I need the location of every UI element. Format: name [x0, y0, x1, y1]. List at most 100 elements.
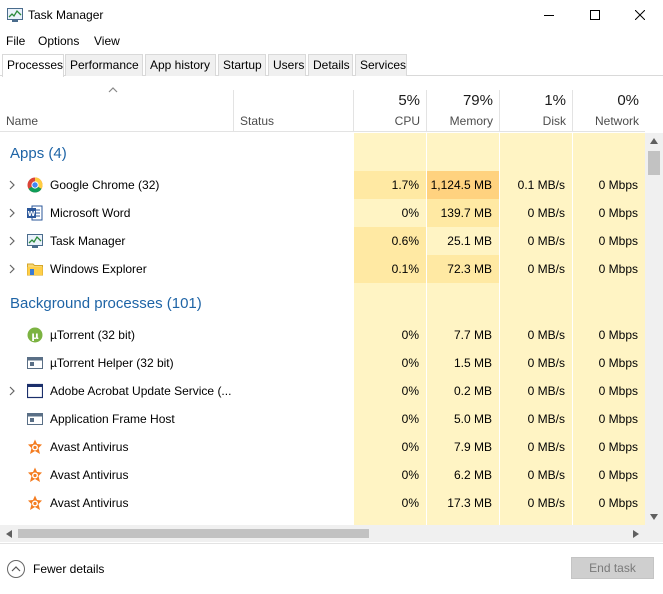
- network-cell: 0 Mbps: [573, 171, 645, 199]
- memory-cell: 6.2 MB: [427, 461, 499, 489]
- svg-text:W: W: [28, 210, 36, 218]
- table-row[interactable]: Adobe Acrobat Update Service (... 0% 0.2…: [0, 377, 645, 405]
- table-row[interactable]: µ µTorrent (32 bit) 0% 7.7 MB 0 MB/s 0 M…: [0, 321, 645, 349]
- memory-cell: 7.7 MB: [427, 321, 499, 349]
- chevron-right-icon[interactable]: [7, 236, 17, 246]
- header-disk[interactable]: 1% Disk: [500, 86, 572, 132]
- tab-users[interactable]: Users: [268, 54, 306, 76]
- footer: Fewer details End task: [0, 543, 663, 594]
- close-icon: [635, 10, 645, 20]
- sort-up-icon: [108, 87, 118, 93]
- memory-cell: 1,124.5 MB: [427, 171, 499, 199]
- chevron-right-icon[interactable]: [7, 208, 17, 218]
- tab-strip: Processes Performance App history Startu…: [0, 54, 663, 77]
- process-name: µTorrent Helper (32 bit): [50, 356, 174, 370]
- process-name: Adobe Acrobat Update Service (...: [50, 384, 232, 398]
- memory-cell: 72.3 MB: [427, 255, 499, 283]
- maximize-button[interactable]: [572, 0, 618, 30]
- horizontal-scrollbar[interactable]: [0, 525, 663, 542]
- chevron-right-icon[interactable]: [7, 264, 17, 274]
- vertical-scrollbar[interactable]: [645, 133, 663, 525]
- scroll-down-icon[interactable]: [649, 513, 659, 521]
- fewer-details-button[interactable]: Fewer details: [7, 560, 104, 578]
- folder-icon: [27, 263, 43, 276]
- menu-options[interactable]: Options: [38, 34, 79, 48]
- tab-app-history[interactable]: App history: [145, 54, 216, 76]
- cpu-cell: 0%: [354, 461, 426, 489]
- word-icon: W: [27, 205, 43, 221]
- table-row[interactable]: Windows Explorer 0.1% 72.3 MB 0 MB/s 0 M…: [0, 255, 645, 283]
- process-list[interactable]: Apps (4) Google Chrome (32) 1.7% 1,124.5…: [0, 133, 645, 525]
- tab-processes[interactable]: Processes: [2, 54, 64, 77]
- header-network[interactable]: 0% Network: [573, 86, 645, 132]
- menu-file[interactable]: File: [6, 34, 25, 48]
- scroll-up-icon[interactable]: [649, 137, 659, 145]
- table-row[interactable]: Google Chrome (32) 1.7% 1,124.5 MB 0.1 M…: [0, 171, 645, 199]
- scroll-right-icon[interactable]: [632, 529, 640, 539]
- app-window-icon: [27, 413, 43, 425]
- column-header: Name Status 5% CPU 79% Memory 1% Disk 0%…: [0, 86, 645, 132]
- process-name: Avast Antivirus: [50, 468, 129, 482]
- chrome-icon: [27, 177, 43, 193]
- title-bar: Task Manager: [0, 0, 663, 30]
- vertical-scroll-thumb[interactable]: [648, 151, 660, 175]
- tab-performance[interactable]: Performance: [65, 54, 143, 76]
- process-name: Google Chrome (32): [50, 178, 160, 192]
- fewer-details-label: Fewer details: [33, 562, 105, 576]
- task-manager-icon: [7, 8, 23, 22]
- cpu-cell: 0.6%: [354, 227, 426, 255]
- disk-cell: 0 MB/s: [500, 227, 572, 255]
- group-header-apps[interactable]: Apps (4): [0, 133, 645, 175]
- disk-cell: 0 MB/s: [500, 255, 572, 283]
- chevron-up-icon: [7, 560, 25, 578]
- chevron-right-icon[interactable]: [7, 386, 17, 396]
- window-title: Task Manager: [28, 8, 104, 22]
- header-cpu[interactable]: 5% CPU: [354, 86, 426, 132]
- network-cell: 0 Mbps: [573, 405, 645, 433]
- header-memory[interactable]: 79% Memory: [427, 86, 499, 132]
- table-row[interactable]: Application Frame Host 0% 5.0 MB 0 MB/s …: [0, 405, 645, 433]
- chevron-right-icon[interactable]: [7, 180, 17, 190]
- tab-details[interactable]: Details: [308, 54, 353, 76]
- cpu-cell: 0%: [354, 405, 426, 433]
- utorrent-helper-icon: [27, 357, 43, 369]
- process-name: Application Frame Host: [50, 412, 175, 426]
- tab-services[interactable]: Services: [355, 54, 407, 76]
- close-button[interactable]: [617, 0, 663, 30]
- disk-cell: 0.1 MB/s: [500, 171, 572, 199]
- table-row[interactable]: Avast Antivirus 0% 6.2 MB 0 MB/s 0 Mbps: [0, 461, 645, 489]
- svg-text:µ: µ: [31, 331, 39, 342]
- process-name: Microsoft Word: [50, 206, 131, 220]
- header-name[interactable]: Name: [0, 86, 233, 132]
- table-row[interactable]: Avast Antivirus 0% 17.3 MB 0 MB/s 0 Mbps: [0, 489, 645, 517]
- table-row[interactable]: Avast Antivirus 0% 7.9 MB 0 MB/s 0 Mbps: [0, 433, 645, 461]
- table-row[interactable]: Task Manager 0.6% 25.1 MB 0 MB/s 0 Mbps: [0, 227, 645, 255]
- cpu-cell: 0%: [354, 321, 426, 349]
- process-name: Task Manager: [50, 234, 126, 248]
- menu-view[interactable]: View: [94, 34, 120, 48]
- network-cell: 0 Mbps: [573, 199, 645, 227]
- disk-cell: 0 MB/s: [500, 405, 572, 433]
- cpu-cell: 0%: [354, 489, 426, 517]
- scroll-left-icon[interactable]: [5, 529, 13, 539]
- cpu-cell: 0%: [354, 349, 426, 377]
- tab-startup[interactable]: Startup: [218, 54, 266, 76]
- memory-cell: 0.2 MB: [427, 377, 499, 405]
- end-task-button[interactable]: End task: [571, 557, 654, 579]
- disk-cell: 0 MB/s: [500, 349, 572, 377]
- disk-cell: 0 MB/s: [500, 433, 572, 461]
- memory-cell: 5.0 MB: [427, 405, 499, 433]
- service-window-icon: [27, 383, 43, 399]
- cpu-cell: 0%: [354, 377, 426, 405]
- disk-cell: 0 MB/s: [500, 489, 572, 517]
- avast-icon: [28, 467, 42, 482]
- header-status[interactable]: Status: [234, 86, 353, 132]
- table-row[interactable]: W Microsoft Word 0% 139.7 MB 0 MB/s 0 Mb…: [0, 199, 645, 227]
- menu-bar: File Options View: [0, 31, 663, 51]
- memory-cell: 1.5 MB: [427, 349, 499, 377]
- group-header-background[interactable]: Background processes (101): [0, 283, 645, 321]
- horizontal-scroll-thumb[interactable]: [18, 529, 369, 538]
- table-row[interactable]: [0, 517, 645, 525]
- table-row[interactable]: µTorrent Helper (32 bit) 0% 1.5 MB 0 MB/…: [0, 349, 645, 377]
- minimize-button[interactable]: [526, 0, 572, 30]
